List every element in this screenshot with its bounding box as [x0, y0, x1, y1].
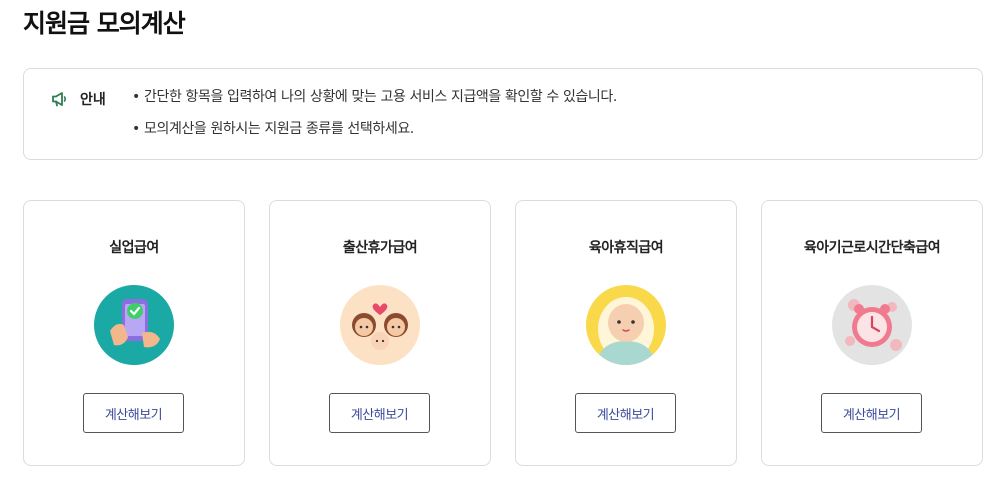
- page-title: 지원금 모의계산: [23, 9, 186, 38]
- calculate-button[interactable]: 계산해보기: [575, 393, 676, 433]
- family-illustration: [340, 285, 420, 365]
- notice-box: 안내 • 간단한 항목을 입력하여 나의 상황에 맞는 고용 서비스 지급액을 확…: [23, 68, 983, 160]
- card-reduced-hours-benefit: 육아기근로시간단축급여 계산해보기: [761, 200, 983, 466]
- notice-header: 안내: [50, 89, 106, 109]
- baby-illustration: [586, 285, 666, 365]
- notice-item: • 모의계산을 원하시는 지원금 종류를 선택하세요.: [132, 121, 414, 137]
- calculate-button[interactable]: 계산해보기: [821, 393, 922, 433]
- card-unemployment-benefit: 실업급여 계산해보기: [23, 200, 245, 466]
- calculate-button[interactable]: 계산해보기: [329, 393, 430, 433]
- alarm-clock-illustration: [832, 285, 912, 365]
- notice-label: 안내: [80, 92, 106, 108]
- card-title: 육아기근로시간단축급여: [803, 240, 941, 256]
- notice-item: • 간단한 항목을 입력하여 나의 상황에 맞는 고용 서비스 지급액을 확인할 …: [132, 89, 617, 105]
- phone-check-illustration: [94, 285, 174, 365]
- notice-list: • 간단한 항목을 입력하여 나의 상황에 맞는 고용 서비스 지급액을 확인할 …: [132, 88, 617, 152]
- card-maternity-benefit: 출산휴가급여 계산해보기: [269, 200, 491, 466]
- card-title: 출산휴가급여: [342, 240, 418, 256]
- megaphone-icon: [50, 89, 70, 109]
- card-title: 실업급여: [109, 240, 159, 256]
- card-title: 육아휴직급여: [588, 240, 664, 256]
- card-parental-leave-benefit: 육아휴직급여 계산해보기: [515, 200, 737, 466]
- calculate-button[interactable]: 계산해보기: [83, 393, 184, 433]
